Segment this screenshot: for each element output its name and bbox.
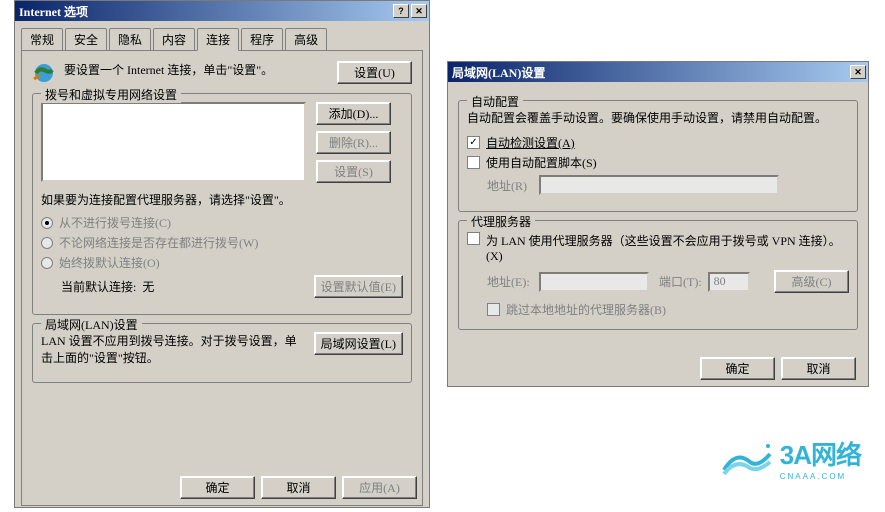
bypass-local-label: 跳过本地地址的代理服务器(B) xyxy=(506,301,666,318)
dial-settings-button: 设置(S) xyxy=(316,160,391,183)
dialup-group-title: 拨号和虚拟专用网络设置 xyxy=(41,86,181,103)
ok-button[interactable]: 确定 xyxy=(180,476,255,499)
globe-icon xyxy=(32,61,56,85)
auto-config-title: 自动配置 xyxy=(467,93,523,110)
current-default-label: 当前默认连接: xyxy=(61,278,136,295)
proxy-group: 代理服务器 为 LAN 使用代理服务器（这些设置不会应用于拨号或 VPN 连接）… xyxy=(458,220,858,330)
setup-button[interactable]: 设置(U) xyxy=(337,61,412,84)
bypass-local-row: 跳过本地地址的代理服务器(B) xyxy=(487,301,849,318)
script-address-input xyxy=(539,175,779,195)
advanced-button: 高级(C) xyxy=(774,270,849,293)
cancel-button[interactable]: 取消 xyxy=(781,357,856,380)
use-script-checkbox[interactable] xyxy=(467,156,480,169)
titlebar: Internet 选项 ? ✕ xyxy=(15,1,429,21)
lan-group: 局域网(LAN)设置 LAN 设置不应用到拨号连接。对于拨号设置，单击上面的"设… xyxy=(32,323,412,383)
radio-whenever: 不论网络连接是否存在都进行拨号(W) xyxy=(41,234,403,251)
radio-never-input xyxy=(41,217,53,229)
auto-detect-row[interactable]: 自动检测设置(A) xyxy=(467,134,849,151)
auto-config-group: 自动配置 自动配置会覆盖手动设置。要确保使用手动设置，请禁用自动配置。 自动检测… xyxy=(458,100,858,212)
set-default-button: 设置默认值(E) xyxy=(314,275,403,298)
proxy-group-title: 代理服务器 xyxy=(467,213,535,230)
bypass-local-checkbox xyxy=(487,303,500,316)
lan-settings-button[interactable]: 局域网设置(L) xyxy=(314,332,403,355)
lan-group-title: 局域网(LAN)设置 xyxy=(41,316,142,333)
tab-content[interactable]: 内容 xyxy=(153,28,195,51)
apply-button: 应用(A) xyxy=(342,476,417,499)
dialup-group: 拨号和虚拟专用网络设置 添加(D)... 删除(R)... 设置(S) 如果要为… xyxy=(32,93,412,315)
proxy-address-label: 地址(E): xyxy=(487,273,539,290)
tab-security[interactable]: 安全 xyxy=(65,28,107,51)
use-proxy-checkbox[interactable] xyxy=(467,232,480,245)
radio-always-input xyxy=(41,257,53,269)
auto-detect-checkbox[interactable] xyxy=(467,136,480,149)
titlebar: 局域网(LAN)设置 ✕ xyxy=(448,62,868,82)
setup-hint: 要设置一个 Internet 连接，单击"设置"。 xyxy=(64,61,325,78)
tab-programs[interactable]: 程序 xyxy=(241,28,283,51)
script-address-label: 地址(R) xyxy=(487,177,539,194)
add-button[interactable]: 添加(D)... xyxy=(316,102,391,125)
internet-options-window: Internet 选项 ? ✕ 常规 安全 隐私 内容 连接 程序 高级 xyxy=(14,0,430,508)
auto-config-hint: 自动配置会覆盖手动设置。要确保使用手动设置，请禁用自动配置。 xyxy=(467,109,849,126)
proxy-address-input xyxy=(539,272,649,292)
cancel-button[interactable]: 取消 xyxy=(261,476,336,499)
window-title: Internet 选项 xyxy=(19,3,391,20)
wave-icon xyxy=(722,440,772,476)
use-proxy-row[interactable]: 为 LAN 使用代理服务器（这些设置不会应用于拨号或 VPN 连接）。(X) xyxy=(467,232,849,264)
tabs: 常规 安全 隐私 内容 连接 程序 高级 xyxy=(21,28,423,51)
radio-always-label: 始终拨默认连接(O) xyxy=(59,254,160,271)
radio-whenever-input xyxy=(41,237,53,249)
window-title: 局域网(LAN)设置 xyxy=(452,64,848,81)
use-script-label: 使用自动配置脚本(S) xyxy=(486,154,597,171)
lan-hint: LAN 设置不应用到拨号连接。对于拨号设置，单击上面的"设置"按钮。 xyxy=(41,332,304,366)
remove-button: 删除(R)... xyxy=(316,131,391,154)
radio-never-label: 从不进行拨号连接(C) xyxy=(59,214,171,231)
use-script-row[interactable]: 使用自动配置脚本(S) xyxy=(467,154,849,171)
proxy-port-label: 端口(T): xyxy=(659,273,702,290)
tab-privacy[interactable]: 隐私 xyxy=(109,28,151,51)
current-default-value: 无 xyxy=(142,278,154,295)
lan-settings-window: 局域网(LAN)设置 ✕ 自动配置 自动配置会覆盖手动设置。要确保使用手动设置，… xyxy=(447,61,869,387)
close-button[interactable]: ✕ xyxy=(850,65,866,79)
auto-detect-label: 自动检测设置(A) xyxy=(486,134,575,151)
dialup-listbox[interactable] xyxy=(41,102,306,182)
connections-panel: 要设置一个 Internet 连接，单击"设置"。 设置(U) 拨号和虚拟专用网… xyxy=(21,50,423,506)
close-button[interactable]: ✕ xyxy=(411,4,427,18)
tab-general[interactable]: 常规 xyxy=(21,28,63,51)
tab-advanced[interactable]: 高级 xyxy=(285,28,327,51)
logo-main: 3A网络 xyxy=(780,435,861,472)
proxy-port-input xyxy=(708,272,750,292)
radio-always: 始终拨默认连接(O) xyxy=(41,254,403,271)
use-proxy-label: 为 LAN 使用代理服务器（这些设置不会应用于拨号或 VPN 连接）。(X) xyxy=(486,232,849,264)
watermark-logo: 3A网络 CNAAA.COM xyxy=(722,435,861,481)
tab-connections[interactable]: 连接 xyxy=(197,28,239,51)
radio-never: 从不进行拨号连接(C) xyxy=(41,214,403,231)
logo-sub: CNAAA.COM xyxy=(780,472,861,481)
proxy-hint: 如果要为连接配置代理服务器，请选择"设置"。 xyxy=(41,191,403,208)
radio-whenever-label: 不论网络连接是否存在都进行拨号(W) xyxy=(59,234,258,251)
ok-button[interactable]: 确定 xyxy=(700,357,775,380)
help-button[interactable]: ? xyxy=(393,4,409,18)
